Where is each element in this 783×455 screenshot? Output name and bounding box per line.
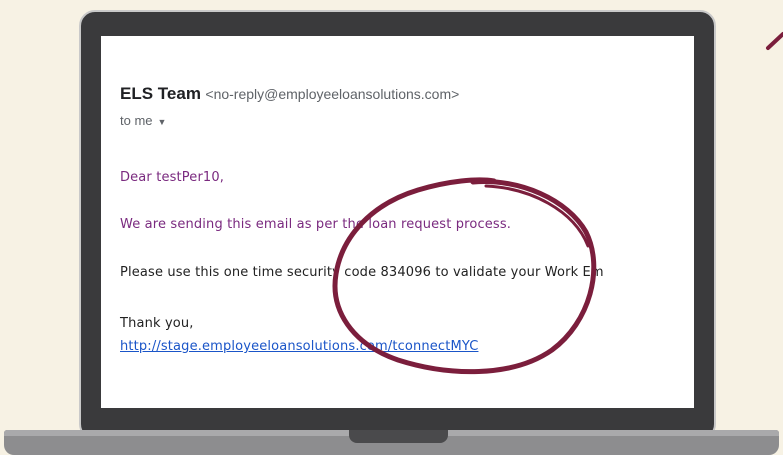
email-greeting: Dear testPer10, (120, 170, 225, 185)
corner-mark-icon (766, 32, 783, 50)
email-instruction: Please use this one time security code 8… (120, 265, 604, 280)
laptop-screen: ELS Team <no-reply@employeeloansolutions… (101, 36, 694, 408)
email-intro: We are sending this email as per the loa… (120, 217, 512, 232)
email-closing: Thank you, (120, 316, 194, 331)
caret-down-icon[interactable]: ▼ (158, 117, 167, 127)
recipient-toggle[interactable]: to me ▼ (120, 113, 166, 128)
sender-email: <no-reply@employeeloansolutions.com> (205, 86, 460, 102)
email-link[interactable]: http://stage.employeeloansolutions.com/t… (120, 339, 478, 354)
sender-name: ELS Team (120, 84, 201, 103)
sender-line: ELS Team <no-reply@employeeloansolutions… (120, 84, 459, 104)
recipient-label: to me (120, 113, 153, 128)
laptop-notch (349, 430, 448, 443)
